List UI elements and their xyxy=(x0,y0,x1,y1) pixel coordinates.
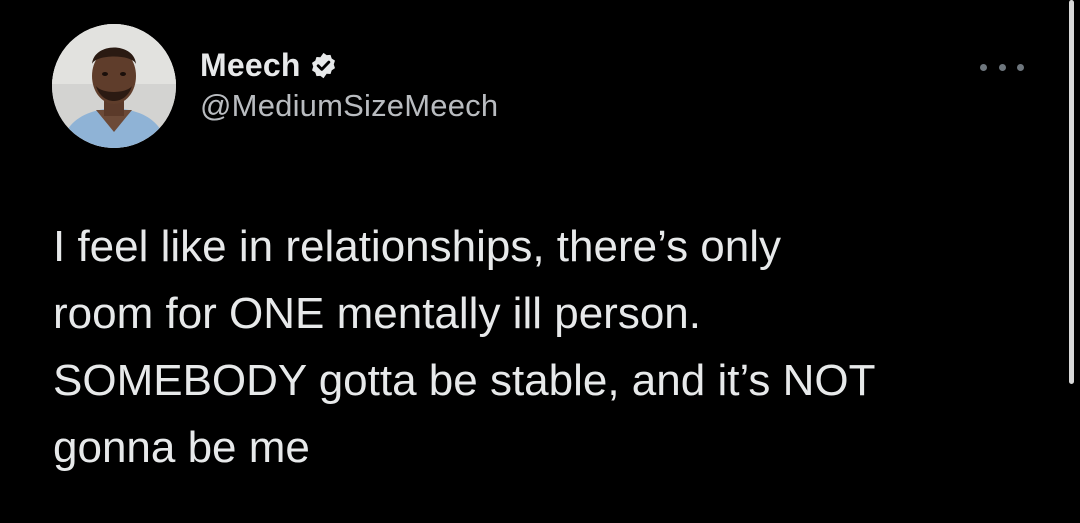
author-avatar[interactable] xyxy=(52,24,176,148)
verified-badge-icon xyxy=(309,51,338,80)
author-handle[interactable]: @MediumSizeMeech xyxy=(200,88,498,124)
scrollbar[interactable] xyxy=(1069,0,1074,384)
tweet-text-line: I feel like in relationships, there’s on… xyxy=(53,222,782,271)
more-dot xyxy=(998,63,1006,71)
tweet-text-line: gonna be me xyxy=(53,423,310,472)
more-dot xyxy=(980,63,987,71)
tweet-text-line: room for ONE mentally ill person. xyxy=(53,289,701,338)
more-dot xyxy=(1017,63,1024,71)
tweet-text: I feel like in relationships, there’s on… xyxy=(53,213,1053,481)
tweet-text-line: SOMEBODY gotta be stable, and it’s NOT xyxy=(53,356,876,405)
author-name-row: Meech xyxy=(200,43,338,87)
avatar-photo-icon xyxy=(52,24,176,148)
tweet-card: Meech @MediumSizeMeech I feel like in re… xyxy=(0,0,1080,523)
author-display-name[interactable]: Meech xyxy=(200,47,301,84)
more-options-icon[interactable] xyxy=(980,54,1024,80)
